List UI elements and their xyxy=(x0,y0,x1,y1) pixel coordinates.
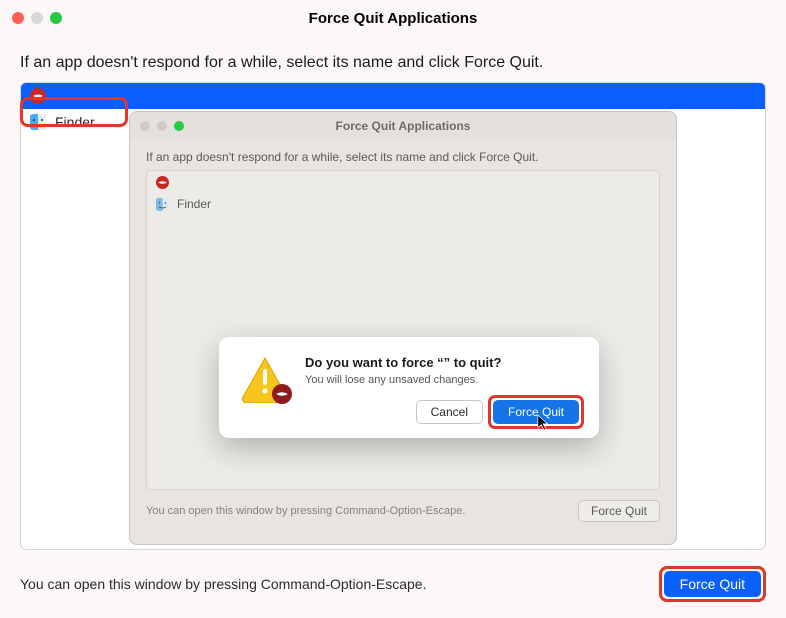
dialog-heading: Do you want to force “” to quit? xyxy=(305,355,579,370)
app-name: Finder xyxy=(55,114,95,130)
window-title: Force Quit Applications xyxy=(0,10,786,27)
cursor-icon xyxy=(537,414,551,432)
window-controls xyxy=(12,12,62,24)
app-row-selected[interactable] xyxy=(21,83,765,109)
cancel-button[interactable]: Cancel xyxy=(416,400,483,424)
nested-app-row-finder: Finder xyxy=(147,193,659,215)
nested-finder-icon xyxy=(155,197,170,212)
annotation-highlight-force-quit: Force Quit xyxy=(659,566,766,602)
nested-titlebar: Force Quit Applications xyxy=(130,112,676,140)
titlebar: Force Quit Applications xyxy=(0,0,786,36)
finder-icon xyxy=(29,113,47,131)
minimize-window-button[interactable] xyxy=(31,12,43,24)
dialog-body: Do you want to force “” to quit? You wil… xyxy=(305,355,579,424)
app-list[interactable]: Finder Force Quit Applications If an app… xyxy=(20,82,766,550)
force-quit-confirm-button[interactable]: Force Quit xyxy=(493,400,579,424)
force-quit-button[interactable]: Force Quit xyxy=(664,571,761,597)
warning-icon xyxy=(239,355,291,403)
confirm-dialog: Do you want to force “” to quit? You wil… xyxy=(219,337,599,438)
nested-footer: You can open this window by pressing Com… xyxy=(130,490,676,532)
nested-app-row-blank xyxy=(147,171,659,193)
window-footer: You can open this window by pressing Com… xyxy=(0,550,786,618)
zoom-window-button[interactable] xyxy=(50,12,62,24)
footer-hint: You can open this window by pressing Com… xyxy=(20,576,427,592)
instruction-text: If an app doesn't respond for a while, s… xyxy=(0,36,786,82)
app-icon-blank xyxy=(29,87,47,105)
nested-app-icon-blank xyxy=(155,175,170,190)
dialog-message: You will lose any unsaved changes. xyxy=(305,374,579,386)
nested-app-name: Finder xyxy=(177,197,211,211)
nested-app-list: Finder Do you want to force “” t xyxy=(146,170,660,490)
close-window-button[interactable] xyxy=(12,12,24,24)
nested-footer-hint: You can open this window by pressing Com… xyxy=(146,505,465,517)
dialog-actions: Cancel Force Quit xyxy=(305,400,579,424)
nested-screenshot-window: Force Quit Applications If an app doesn'… xyxy=(129,111,677,545)
nested-force-quit-button: Force Quit xyxy=(578,500,660,522)
nested-instruction-text: If an app doesn't respond for a while, s… xyxy=(130,140,676,170)
nested-window-title: Force Quit Applications xyxy=(130,119,676,133)
